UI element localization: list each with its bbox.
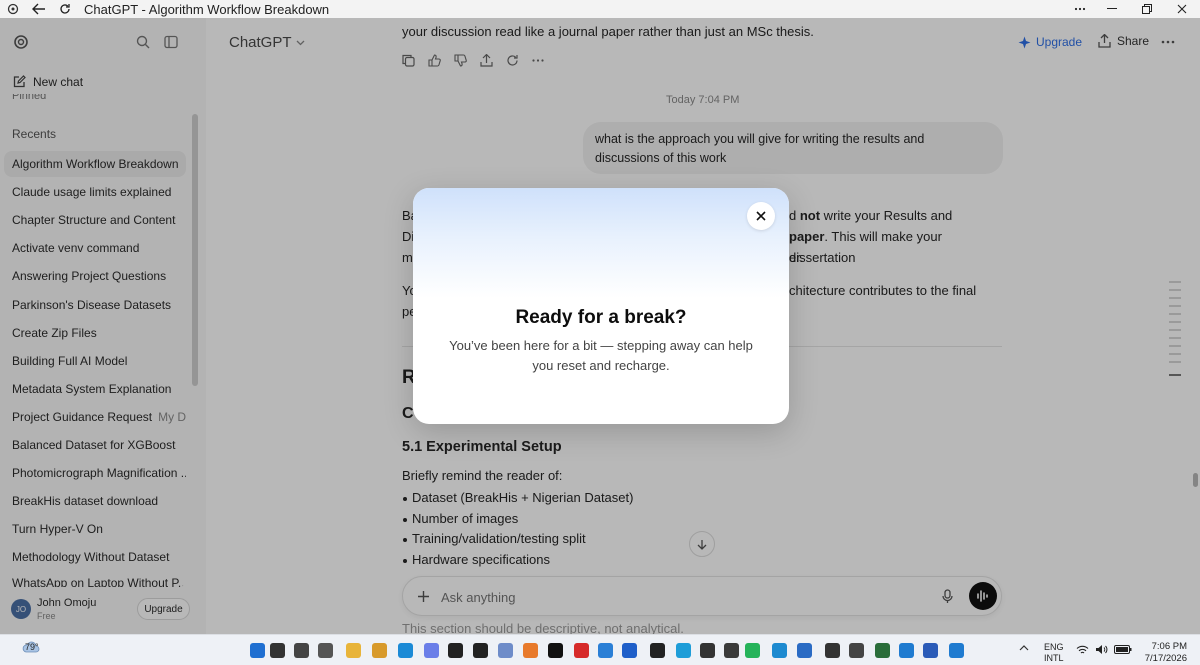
break-reminder-dialog: Ready for a break? You’ve been here for … bbox=[413, 188, 789, 424]
app-icon[interactable] bbox=[448, 643, 463, 658]
clock-date: 7/17/2026 bbox=[1144, 653, 1187, 664]
close-window-button[interactable] bbox=[1164, 0, 1200, 18]
whatsapp-icon[interactable] bbox=[745, 643, 760, 658]
chevron-up-icon[interactable] bbox=[1019, 645, 1029, 651]
close-icon bbox=[756, 211, 766, 221]
app-icon[interactable] bbox=[700, 643, 715, 658]
edge-icon[interactable] bbox=[398, 643, 413, 658]
app-icon[interactable] bbox=[797, 643, 812, 658]
opera-icon[interactable] bbox=[574, 643, 589, 658]
app-icon[interactable] bbox=[772, 643, 787, 658]
app-icon[interactable] bbox=[825, 643, 840, 658]
folder-icon[interactable] bbox=[372, 643, 387, 658]
battery-icon[interactable] bbox=[1114, 645, 1132, 654]
search-icon[interactable] bbox=[270, 643, 285, 658]
chatgpt-icon[interactable] bbox=[473, 643, 488, 658]
start-icon[interactable] bbox=[250, 643, 265, 658]
language-indicator[interactable]: ENG INTL bbox=[1044, 642, 1064, 664]
windows-taskbar: 79° ENG INTL 7:06 PM 7/17/2026 bbox=[0, 634, 1200, 665]
app-icon[interactable] bbox=[724, 643, 739, 658]
close-dialog-button[interactable] bbox=[747, 202, 775, 230]
weather-temperature: 79° bbox=[25, 642, 39, 652]
app-icon[interactable] bbox=[849, 643, 864, 658]
app-icon[interactable] bbox=[949, 643, 964, 658]
app-icon[interactable] bbox=[548, 643, 563, 658]
task-view-icon[interactable] bbox=[294, 643, 309, 658]
app-icon[interactable] bbox=[523, 643, 538, 658]
reload-icon[interactable] bbox=[52, 0, 78, 18]
wifi-icon[interactable] bbox=[1076, 645, 1089, 655]
copilot-icon[interactable] bbox=[424, 643, 439, 658]
widgets-icon[interactable] bbox=[318, 643, 333, 658]
restore-button[interactable] bbox=[1129, 0, 1165, 18]
file-explorer-icon[interactable] bbox=[346, 643, 361, 658]
window-title-bar: ChatGPT - Algorithm Workflow Breakdown bbox=[0, 0, 1200, 18]
minimize-button[interactable] bbox=[1094, 0, 1130, 18]
vpn-icon[interactable] bbox=[498, 643, 513, 658]
dialog-body: You’ve been here for a bit — stepping aw… bbox=[449, 338, 753, 373]
app-icon[interactable] bbox=[650, 643, 665, 658]
window-title: ChatGPT - Algorithm Workflow Breakdown bbox=[84, 1, 330, 17]
clock[interactable]: 7:06 PM 7/17/2026 bbox=[1135, 641, 1187, 665]
back-arrow-icon[interactable] bbox=[26, 0, 52, 18]
window-menu-icon[interactable] bbox=[1062, 0, 1098, 18]
dialog-title: Ready for a break? bbox=[515, 307, 687, 328]
language-code: ENG bbox=[1044, 642, 1064, 652]
dialog-gradient-header bbox=[413, 188, 789, 298]
app-icon[interactable] bbox=[622, 643, 637, 658]
word-icon[interactable] bbox=[923, 643, 938, 658]
app-icon[interactable] bbox=[598, 643, 613, 658]
clock-time: 7:06 PM bbox=[1151, 641, 1187, 652]
app-icon[interactable] bbox=[875, 643, 890, 658]
volume-icon[interactable] bbox=[1095, 644, 1108, 655]
keyboard-layout: INTL bbox=[1044, 653, 1064, 663]
browser-icon bbox=[0, 0, 26, 18]
vscode-icon[interactable] bbox=[899, 643, 914, 658]
app-icon[interactable] bbox=[676, 643, 691, 658]
